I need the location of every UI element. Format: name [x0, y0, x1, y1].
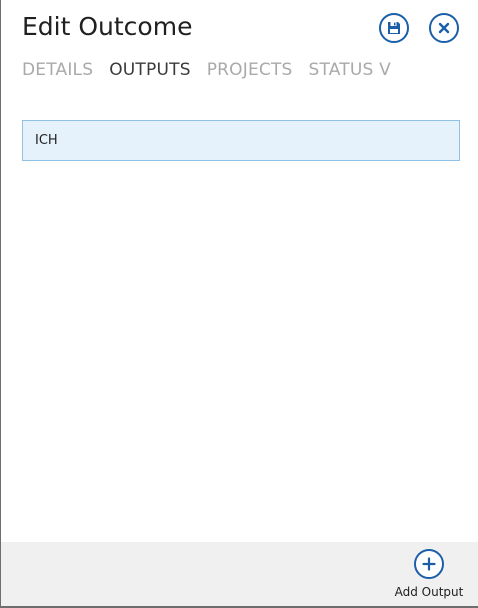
tab-bar: DETAILS OUTPUTS PROJECTS STATUS V	[22, 60, 391, 80]
edit-outcome-window: Edit Outcome DETAILS OUTPUTS PROJECTS ST…	[0, 0, 478, 608]
output-item-label: ICH	[35, 133, 58, 148]
page-title: Edit Outcome	[22, 12, 193, 41]
tab-status[interactable]: STATUS V	[309, 60, 391, 80]
tab-outputs[interactable]: OUTPUTS	[109, 60, 190, 80]
close-button[interactable]	[429, 13, 459, 43]
x-icon	[438, 22, 450, 34]
add-output-circle[interactable]	[414, 549, 444, 579]
output-list-item[interactable]: ICH	[22, 120, 460, 161]
add-output-button[interactable]: Add Output	[393, 547, 465, 603]
save-button[interactable]	[379, 13, 409, 43]
plus-icon	[422, 557, 436, 571]
add-output-label: Add Output	[394, 585, 464, 599]
tab-details[interactable]: DETAILS	[22, 60, 93, 80]
tab-projects[interactable]: PROJECTS	[207, 60, 293, 80]
floppy-disk-icon	[388, 22, 400, 34]
bottom-app-bar: Add Output	[1, 542, 478, 606]
